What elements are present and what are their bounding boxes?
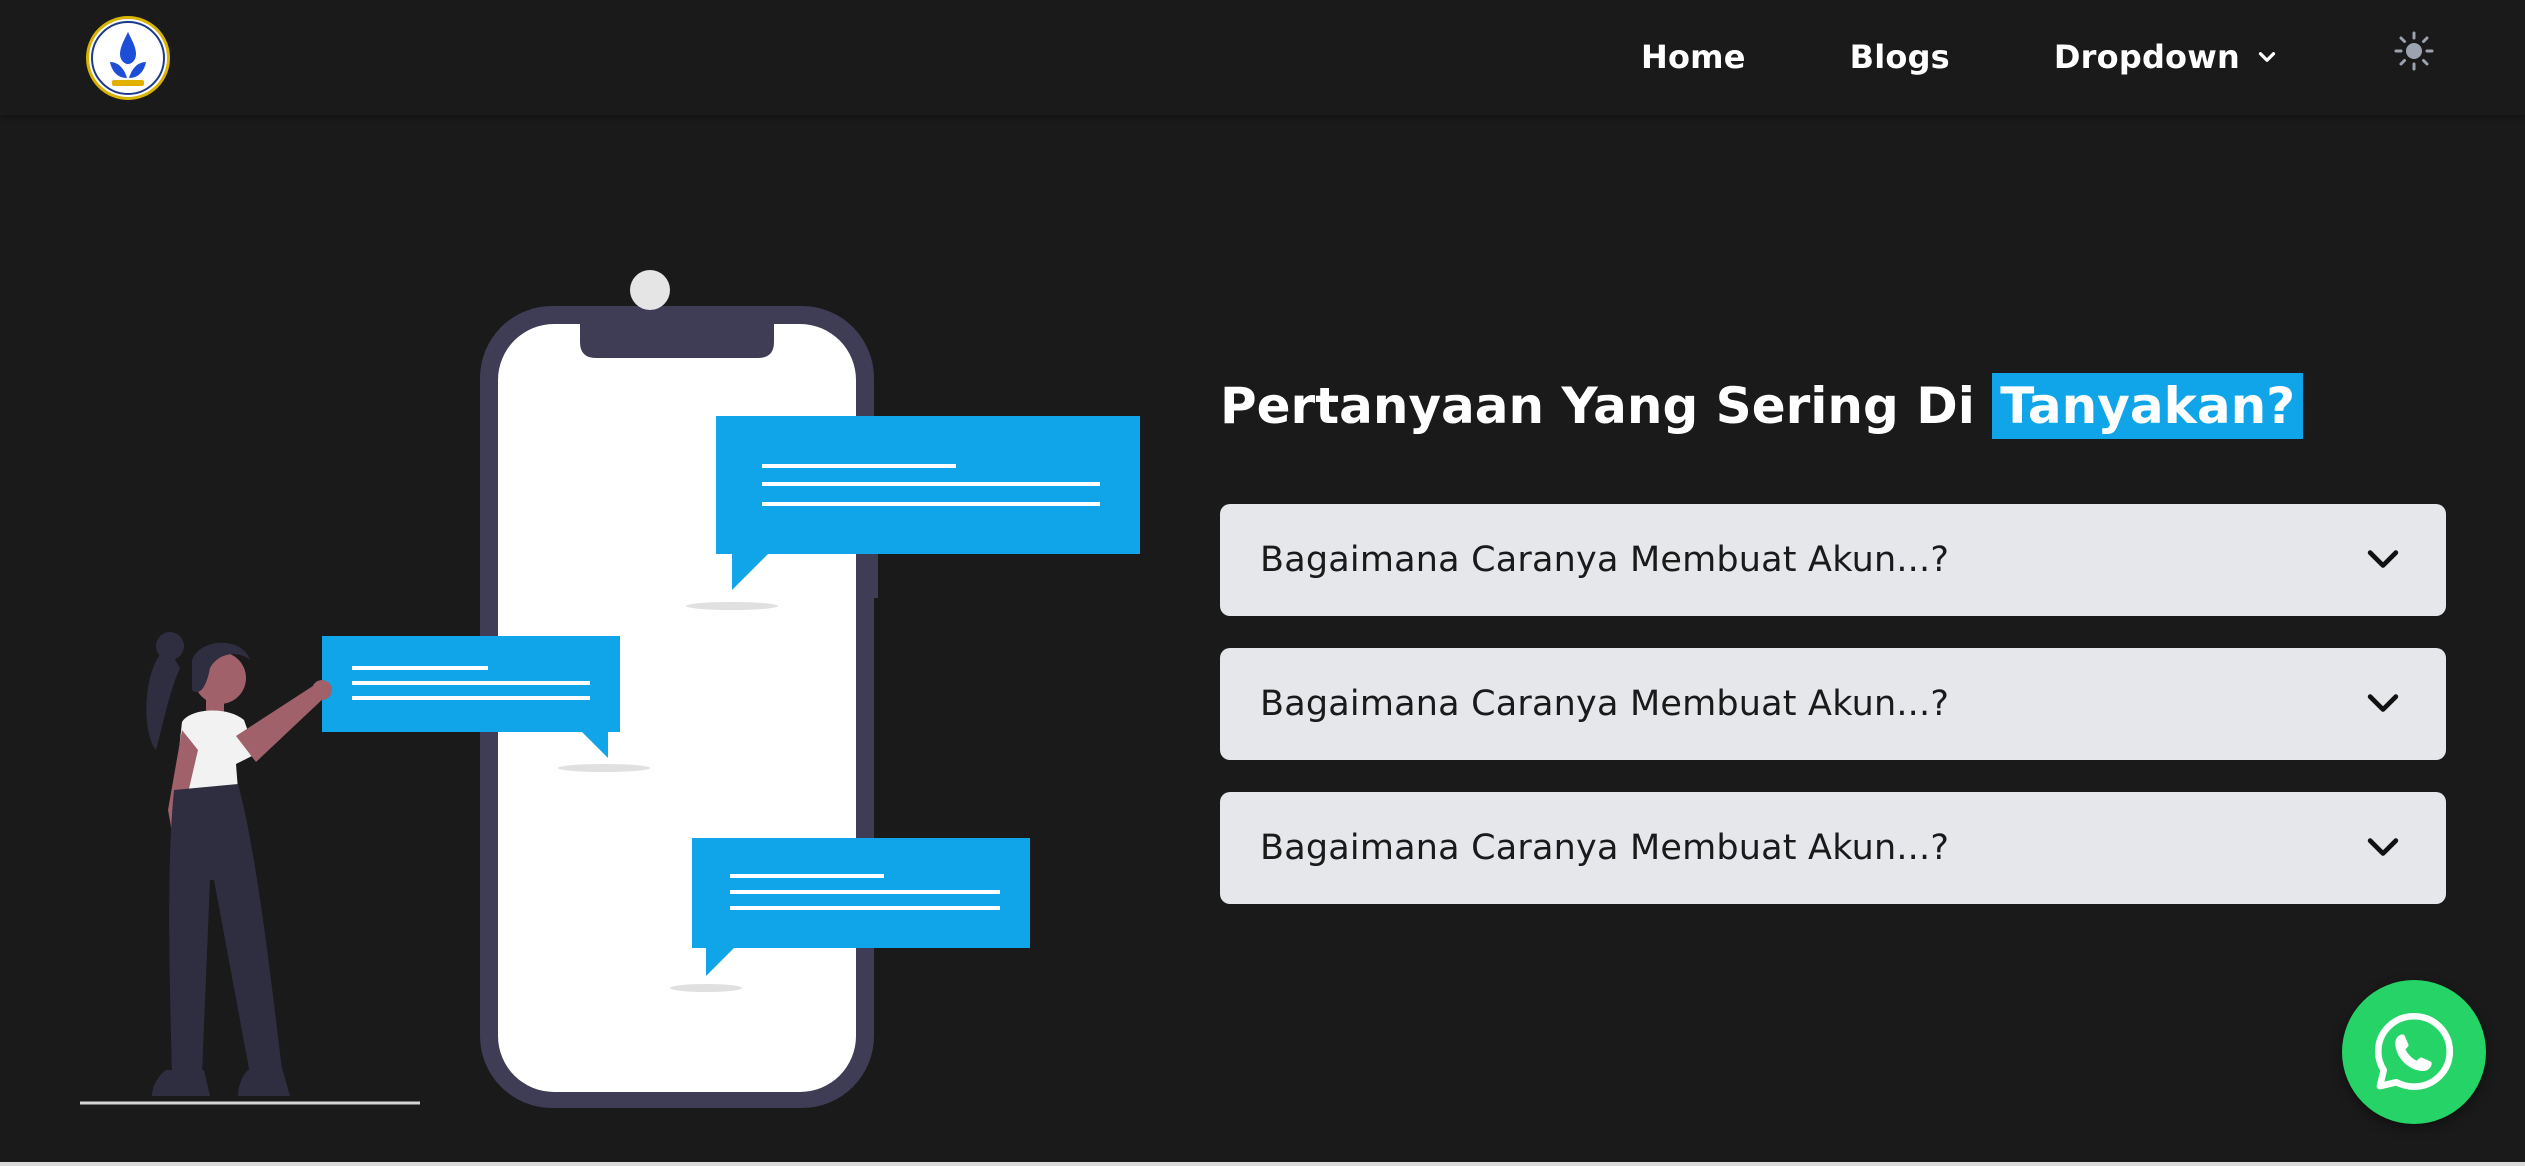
chat-phone-illustration (80, 270, 1140, 1108)
whatsapp-button[interactable] (2342, 980, 2486, 1124)
nav-home-label: Home (1641, 37, 1746, 76)
phone-button (870, 550, 878, 598)
nav-blogs-link[interactable]: Blogs (1850, 38, 1950, 76)
faq-title: Pertanyaan Yang Sering Di Tanyakan? (1220, 366, 2446, 446)
nav-blogs-label: Blogs (1849, 37, 1950, 76)
page-bottom-border (0, 1162, 2525, 1166)
chevron-down-icon[interactable] (2360, 537, 2406, 583)
site-logo[interactable] (86, 16, 170, 100)
nav-home-link[interactable]: Home (1641, 38, 1746, 76)
university-logo-icon (91, 21, 165, 95)
faq-question: Bagaimana Caranya Membuat Akun...? (1260, 540, 1950, 580)
faq-question: Bagaimana Caranya Membuat Akun...? (1260, 828, 1950, 868)
sun-icon (2394, 31, 2434, 71)
faq-section: Pertanyaan Yang Sering Di Tanyakan? Baga… (1220, 366, 2446, 904)
faq-item[interactable]: Bagaimana Caranya Membuat Akun...? (1220, 792, 2446, 904)
faq-item[interactable]: Bagaimana Caranya Membuat Akun...? (1220, 648, 2446, 760)
faq-item[interactable]: Bagaimana Caranya Membuat Akun...? (1220, 504, 2446, 616)
chevron-down-icon[interactable] (2360, 825, 2406, 871)
chevron-down-icon[interactable] (2360, 681, 2406, 727)
woman-figure (146, 632, 332, 1096)
theme-toggle-button[interactable] (2391, 28, 2437, 74)
faq-question: Bagaimana Caranya Membuat Akun...? (1260, 684, 1950, 724)
faq-page: Home Blogs Dropdown Pertanyaan Yang Seri… (0, 0, 2525, 1166)
faq-title-prefix: Pertanyaan Yang Sering Di (1220, 377, 1975, 435)
faq-list: Bagaimana Caranya Membuat Akun...? Bagai… (1220, 504, 2446, 904)
nav-dropdown-label: Dropdown (2053, 37, 2240, 76)
phone-notch (580, 324, 774, 358)
whatsapp-icon (2374, 1012, 2454, 1090)
navbar: Home Blogs Dropdown (0, 0, 2525, 115)
nav-dropdown-toggle[interactable]: Dropdown (2054, 38, 2280, 76)
chevron-down-icon (2258, 51, 2276, 62)
main-nav: Home Blogs Dropdown (1641, 0, 2280, 113)
faq-title-highlight: Tanyakan? (1992, 373, 2304, 439)
phone-camera-dot (630, 270, 670, 310)
